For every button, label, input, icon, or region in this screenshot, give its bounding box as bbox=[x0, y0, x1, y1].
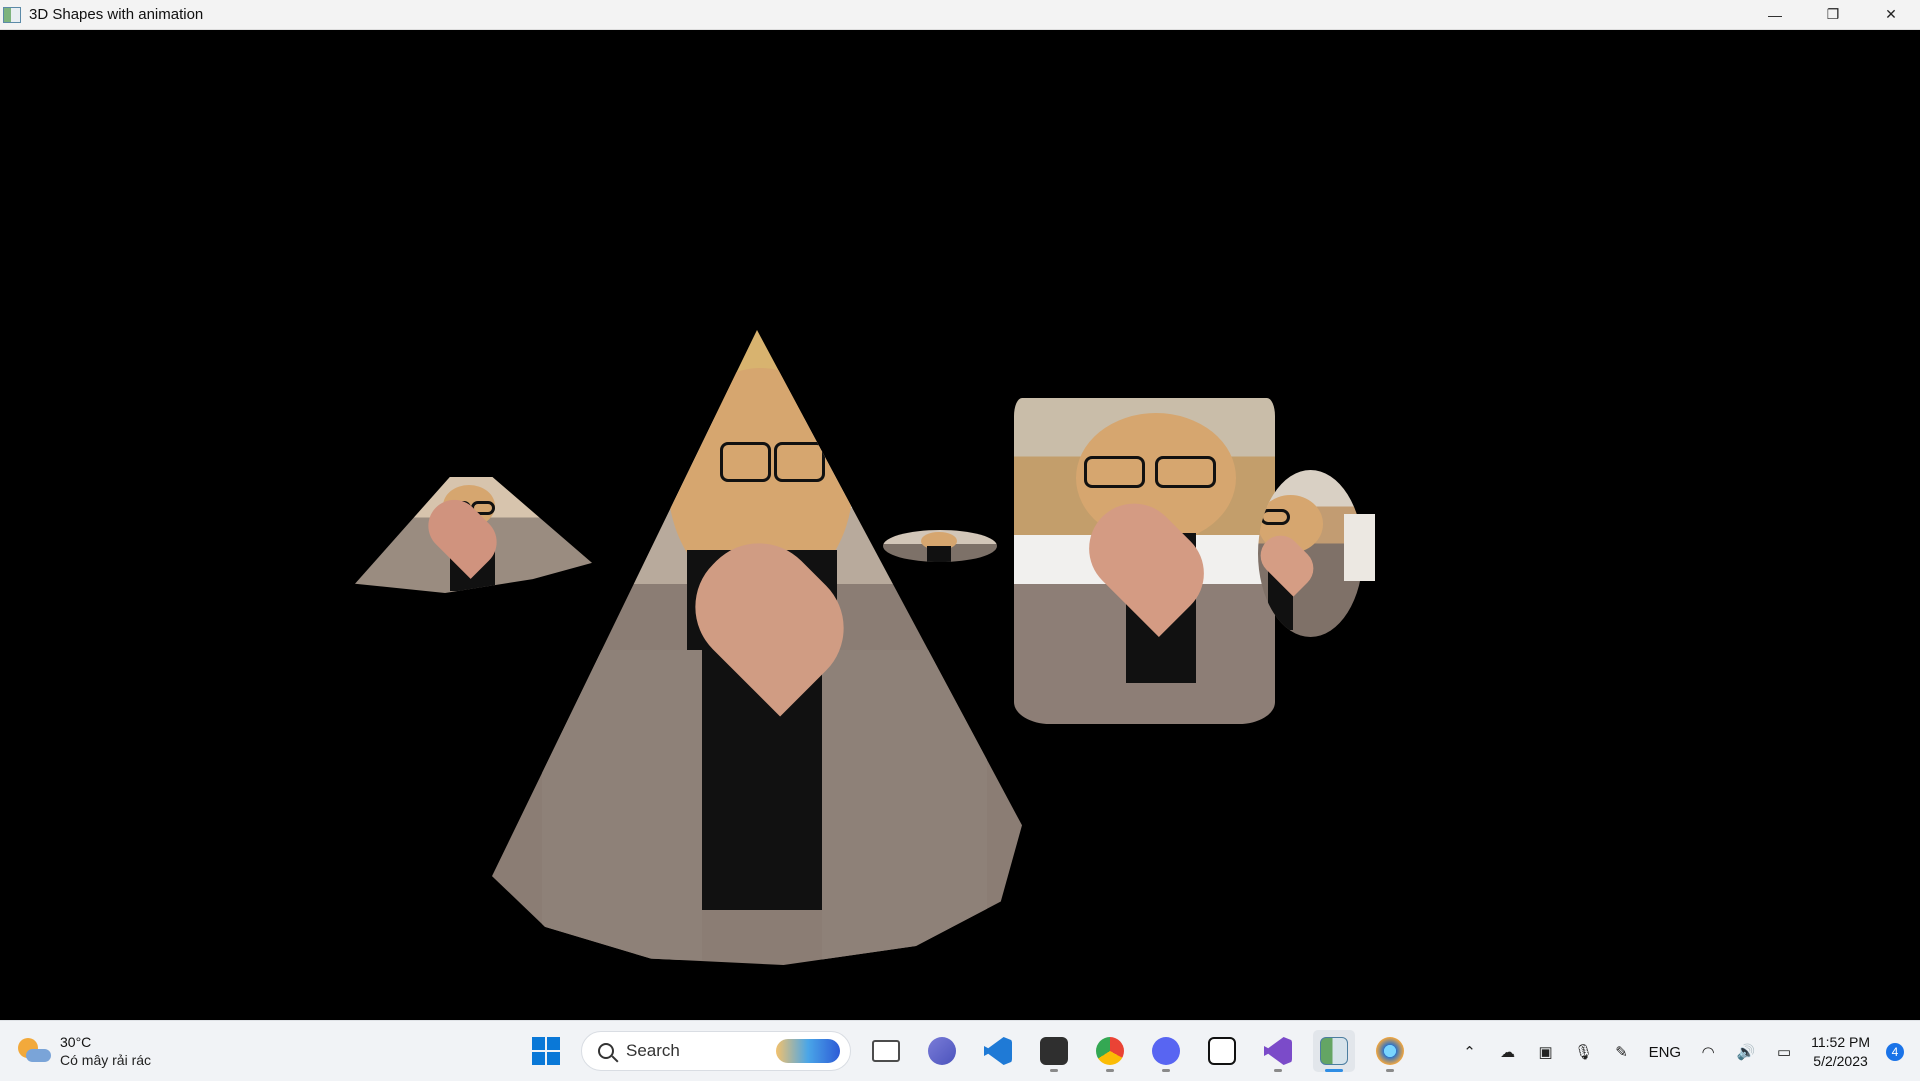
notification-badge[interactable]: 4 bbox=[1886, 1043, 1904, 1061]
partly-cloudy-icon bbox=[16, 1036, 52, 1066]
minimize-button[interactable]: — bbox=[1746, 0, 1804, 29]
cloud-icon[interactable]: ☁ bbox=[1497, 1041, 1519, 1063]
bing-icon bbox=[776, 1039, 840, 1063]
cube-shape bbox=[1344, 514, 1375, 581]
terminal-icon bbox=[1040, 1037, 1068, 1065]
teams-icon bbox=[928, 1037, 956, 1065]
clock-time: 11:52 PM bbox=[1811, 1034, 1870, 1050]
chevron-up-icon[interactable]: ⌃ bbox=[1459, 1041, 1481, 1063]
taskbar-search-box[interactable]: Search bbox=[581, 1031, 851, 1071]
visual-studio-icon bbox=[1264, 1037, 1292, 1065]
glasses-shape bbox=[1084, 456, 1145, 488]
app-window-icon bbox=[1320, 1037, 1348, 1065]
microphone-icon[interactable]: 🎙 bbox=[1573, 1041, 1595, 1063]
chrome-button[interactable] bbox=[1089, 1030, 1131, 1072]
chrome-icon bbox=[1096, 1037, 1124, 1065]
small-cone-shape bbox=[355, 477, 592, 593]
teams-button[interactable] bbox=[921, 1030, 963, 1072]
battery-icon[interactable]: ▭ bbox=[1773, 1041, 1795, 1063]
vscode-icon bbox=[984, 1037, 1012, 1065]
windows-start-button[interactable] bbox=[525, 1030, 567, 1072]
weather-widget[interactable]: 30°C Có mây rải rác bbox=[16, 1033, 151, 1069]
notion-button[interactable] bbox=[1201, 1030, 1243, 1072]
discord-icon bbox=[1152, 1037, 1180, 1065]
thin-portrait-shape bbox=[883, 530, 997, 562]
glasses-shape bbox=[1155, 456, 1216, 488]
notion-icon bbox=[1208, 1037, 1236, 1065]
terminal-button[interactable] bbox=[1033, 1030, 1075, 1072]
globe-icon bbox=[1376, 1037, 1404, 1065]
glasses-shape bbox=[774, 442, 825, 482]
volume-icon[interactable]: 🔊 bbox=[1735, 1041, 1757, 1063]
main-cone-shape bbox=[492, 330, 1022, 965]
clock[interactable]: 11:52 PM 5/2/2023 bbox=[1811, 1033, 1870, 1071]
glasses-shape bbox=[720, 442, 771, 482]
window-controls: — ❐ ✕ bbox=[1746, 0, 1920, 29]
weather-description: Có mây rải rác bbox=[60, 1052, 152, 1068]
weather-text: 30°C Có mây rải rác bbox=[60, 1033, 151, 1069]
browser-button[interactable] bbox=[1369, 1030, 1411, 1072]
vscode-button[interactable] bbox=[977, 1030, 1019, 1072]
task-view-button[interactable] bbox=[865, 1030, 907, 1072]
glasses-shape bbox=[1260, 509, 1290, 525]
language-indicator[interactable]: ENG bbox=[1649, 1041, 1682, 1063]
task-view-icon bbox=[872, 1040, 900, 1062]
restore-button[interactable]: ❐ bbox=[1804, 0, 1862, 29]
system-tray: ⌃ ☁ ▣ 🎙 ✎ ENG ◠ 🔊 ▭ 11:52 PM 5/2/2023 4 bbox=[1459, 1033, 1904, 1071]
pen-icon[interactable]: ✎ bbox=[1611, 1041, 1633, 1063]
close-button[interactable]: ✕ bbox=[1862, 0, 1920, 29]
window-title: 3D Shapes with animation bbox=[29, 6, 204, 23]
visual-studio-button[interactable] bbox=[1257, 1030, 1299, 1072]
keyboard-icon[interactable]: ▣ bbox=[1535, 1041, 1557, 1063]
suit-left bbox=[542, 650, 702, 960]
weather-temperature: 30°C bbox=[60, 1034, 92, 1050]
suit-right bbox=[822, 650, 987, 960]
windows-start-icon bbox=[532, 1037, 560, 1065]
discord-button[interactable] bbox=[1145, 1030, 1187, 1072]
current-app-button[interactable] bbox=[1313, 1030, 1355, 1072]
3d-viewport[interactable] bbox=[0, 30, 1920, 1020]
cylinder-shape bbox=[1014, 398, 1275, 724]
portrait-shirt bbox=[927, 546, 951, 562]
taskbar-center-icons: Search bbox=[525, 1030, 1411, 1072]
windows-taskbar: 30°C Có mây rải rác Search ⌃ ☁ ▣ 🎙 ✎ ENG… bbox=[0, 1020, 1920, 1081]
app-icon bbox=[3, 6, 21, 23]
search-label: Search bbox=[626, 1041, 680, 1060]
search-icon bbox=[598, 1043, 614, 1059]
wifi-icon[interactable]: ◠ bbox=[1697, 1041, 1719, 1063]
window-titlebar: 3D Shapes with animation — ❐ ✕ bbox=[0, 0, 1920, 30]
clock-date: 5/2/2023 bbox=[1813, 1053, 1868, 1069]
